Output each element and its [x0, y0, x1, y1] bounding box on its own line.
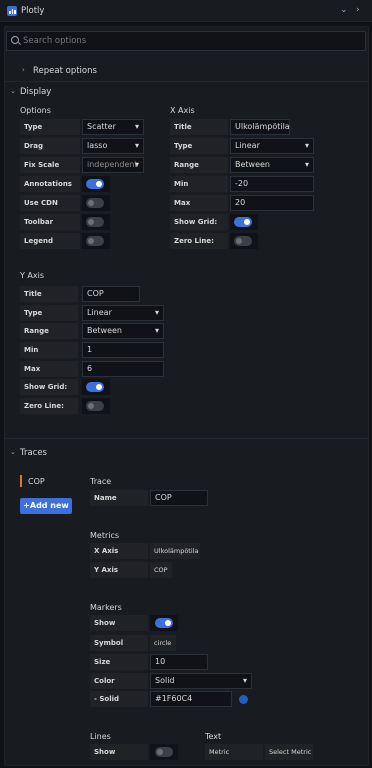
legend-label: Legend: [20, 233, 80, 249]
chevron-right-icon[interactable]: ›: [356, 5, 360, 15]
markers-heading: Markers: [90, 603, 122, 612]
metrics-y-value[interactable]: COP: [150, 562, 172, 578]
text-heading: Text: [205, 732, 222, 741]
chevron-down-icon[interactable]: ⌄: [340, 5, 348, 15]
x-max-input[interactable]: 20: [230, 195, 314, 211]
y-min-input[interactable]: 1: [82, 342, 164, 358]
y-type-label: Type: [20, 305, 78, 321]
trace-list-item[interactable]: COP: [28, 477, 45, 486]
metrics-x-value[interactable]: Ulkolämpötila: [150, 543, 200, 559]
legend-toggle[interactable]: [86, 236, 104, 246]
symbol-value[interactable]: circle: [150, 635, 176, 651]
type-select[interactable]: Scatter: [82, 119, 144, 135]
color-label: Color: [90, 673, 148, 689]
solid-color-input[interactable]: #1F60C4: [150, 691, 232, 707]
use-cdn-toggle[interactable]: [86, 198, 104, 208]
y-max-input[interactable]: 6: [82, 361, 164, 377]
trace-name-label: Name: [90, 490, 148, 506]
chevron-down-icon[interactable]: ⌄: [10, 448, 16, 456]
lines-heading: Lines: [90, 732, 111, 741]
y-axis-heading: Y Axis: [20, 271, 45, 280]
drag-label: Drag: [20, 138, 80, 154]
trace-heading: Trace: [90, 477, 112, 486]
y-zero-line-label: Zero Line:: [20, 398, 78, 414]
annotations-label: Annotations: [20, 176, 80, 192]
y-zero-line-toggle[interactable]: [86, 401, 104, 411]
x-zero-line-toggle[interactable]: [234, 236, 252, 246]
options-heading: Options: [20, 106, 51, 115]
symbol-label: Symbol: [90, 635, 148, 651]
panel-header: [0, 0, 372, 22]
chevron-down-icon[interactable]: ⌄: [10, 87, 16, 95]
drag-select[interactable]: lasso: [82, 138, 144, 154]
y-type-select[interactable]: Linear: [82, 305, 164, 321]
display-section-title[interactable]: Display: [20, 87, 51, 97]
fix-scale-select[interactable]: independent: [82, 157, 144, 173]
markers-show-toggle[interactable]: [155, 618, 173, 628]
chevron-right-icon[interactable]: ›: [22, 66, 25, 74]
markers-show-label: Show: [90, 615, 148, 631]
x-zero-line-label: Zero Line:: [170, 233, 228, 249]
divider: [4, 81, 369, 82]
x-show-grid-label: Show Grid:: [170, 214, 228, 230]
add-trace-button[interactable]: +Add new: [20, 498, 72, 514]
size-input[interactable]: 10: [150, 654, 208, 670]
search-input[interactable]: Search options: [6, 31, 366, 51]
search-placeholder: Search options: [23, 36, 87, 46]
size-label: Size: [90, 654, 148, 670]
color-swatch[interactable]: [239, 695, 248, 704]
y-min-label: Min: [20, 342, 78, 358]
x-axis-heading: X Axis: [170, 106, 195, 115]
metrics-x-label: X Axis: [90, 543, 148, 559]
y-title-input[interactable]: COP: [82, 286, 140, 302]
lines-show-toggle[interactable]: [155, 747, 173, 757]
x-title-label: Title: [170, 119, 228, 135]
y-show-grid-label: Show Grid:: [20, 379, 78, 395]
fix-scale-label: Fix Scale: [20, 157, 80, 173]
trace-marker: [20, 475, 22, 487]
x-range-select[interactable]: Between: [230, 157, 314, 173]
y-range-label: Range: [20, 323, 78, 339]
x-title-input[interactable]: Ulkolämpötila: [230, 119, 290, 135]
toolbar-label: Toolbar: [20, 214, 80, 230]
solid-label: - Solid: [90, 691, 148, 707]
use-cdn-label: Use CDN: [20, 195, 80, 211]
traces-section-title[interactable]: Traces: [20, 448, 47, 458]
toolbar-toggle[interactable]: [86, 217, 104, 227]
plotly-logo-icon: [7, 6, 17, 16]
x-type-select[interactable]: Linear: [230, 138, 314, 154]
color-select[interactable]: Solid: [150, 673, 252, 689]
divider: [4, 438, 369, 439]
x-show-grid-toggle[interactable]: [234, 217, 252, 227]
x-type-label: Type: [170, 138, 228, 154]
metrics-heading: Metrics: [90, 531, 120, 540]
type-label: Type: [20, 119, 80, 135]
y-title-label: Title: [20, 286, 78, 302]
search-icon: [11, 36, 19, 44]
x-max-label: Max: [170, 195, 228, 211]
annotations-toggle[interactable]: [86, 179, 104, 189]
y-show-grid-toggle[interactable]: [86, 382, 104, 392]
panel-title: Plotly: [21, 6, 45, 16]
y-max-label: Max: [20, 361, 78, 377]
text-metric-select[interactable]: Select Metric: [265, 744, 313, 760]
repeat-options-toggle[interactable]: Repeat options: [33, 66, 97, 76]
x-min-input[interactable]: -20: [230, 176, 314, 192]
x-min-label: Min: [170, 176, 228, 192]
metrics-y-label: Y Axis: [90, 562, 148, 578]
text-metric-label: Metric: [205, 744, 263, 760]
lines-show-label: Show: [90, 744, 148, 760]
y-range-select[interactable]: Between: [82, 323, 164, 339]
trace-name-input[interactable]: COP: [150, 490, 208, 506]
x-range-label: Range: [170, 157, 228, 173]
